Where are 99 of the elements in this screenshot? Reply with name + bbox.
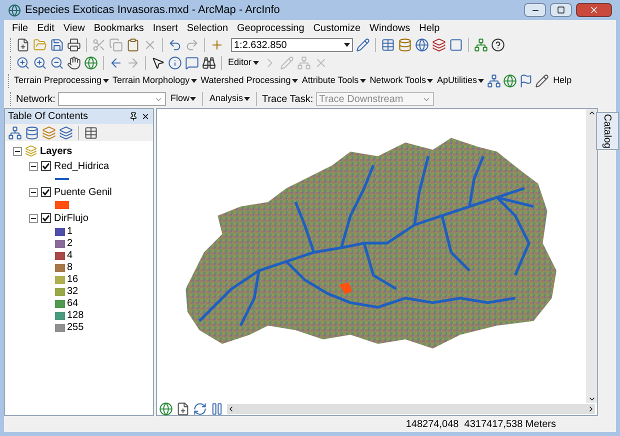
- menu-item[interactable]: Customize: [313, 20, 361, 36]
- pin-icon[interactable]: [129, 112, 138, 121]
- caret-icon: [102, 79, 109, 83]
- class-label: 64: [67, 298, 78, 310]
- catalog-tab[interactable]: Catalog: [596, 112, 618, 150]
- toolbar-menu[interactable]: ApUtilities: [436, 74, 486, 88]
- class-label: 128: [67, 310, 84, 322]
- caret-icon: [190, 79, 197, 83]
- layers-icon: [25, 145, 37, 157]
- menu-item[interactable]: Help: [419, 20, 440, 36]
- class-label: 1: [67, 226, 73, 238]
- menu-item[interactable]: Geoprocessing: [237, 20, 304, 36]
- zoom-in-icon[interactable]: [33, 56, 47, 70]
- layout-view-icon[interactable]: [176, 402, 190, 416]
- layer-checkbox[interactable]: [41, 213, 51, 223]
- collapse-icon[interactable]: [29, 188, 38, 196]
- info-icon[interactable]: [168, 56, 182, 70]
- caret-icon: [427, 79, 434, 83]
- menu-item[interactable]: File: [12, 20, 28, 36]
- class-label: 4: [67, 250, 73, 262]
- caret-icon: [478, 79, 484, 83]
- select-pointer-icon[interactable]: [151, 56, 165, 70]
- add-data-icon[interactable]: [210, 38, 224, 52]
- data-view-icon[interactable]: [159, 402, 173, 416]
- close-button[interactable]: [576, 3, 612, 17]
- maximize-button[interactable]: [550, 3, 572, 17]
- maximize-icon: [557, 6, 565, 14]
- class-label: 8: [67, 262, 73, 274]
- zoom-in-icon[interactable]: [16, 56, 30, 70]
- caret-icon: [292, 79, 298, 83]
- scroll-up-icon[interactable]: [588, 109, 596, 117]
- menu-item[interactable]: Windows: [370, 20, 410, 36]
- find-binoculars-icon[interactable]: [202, 56, 216, 70]
- flow-menu[interactable]: Flow: [169, 92, 198, 106]
- globe-icon[interactable]: [503, 74, 518, 88]
- caret-icon: [252, 61, 259, 65]
- layer-checkbox[interactable]: [41, 161, 51, 171]
- class-label: 32: [67, 286, 78, 298]
- toolbar-menu[interactable]: Terrain Preprocessing: [13, 74, 110, 88]
- new-document-icon[interactable]: [16, 38, 30, 52]
- scroll-down-icon[interactable]: [588, 395, 596, 403]
- globe-icon[interactable]: [84, 56, 98, 70]
- network-icon[interactable]: [487, 74, 502, 88]
- scroll-right-icon[interactable]: [587, 405, 595, 413]
- toolbar-menu[interactable]: Watershed Processing: [200, 74, 299, 88]
- scroll-left-icon[interactable]: [227, 405, 235, 413]
- scale-dropdown[interactable]: 1:2.632.850: [231, 38, 353, 52]
- layer-name[interactable]: Puente Genil: [54, 184, 112, 200]
- save-icon[interactable]: [50, 38, 64, 52]
- layer-name[interactable]: Red_Hidrica: [54, 158, 110, 174]
- table-window-icon[interactable]: [381, 38, 395, 52]
- coordinates-readout: 148274,048 4317417,538 Meters: [406, 418, 556, 432]
- paste-icon[interactable]: [126, 38, 140, 52]
- collapse-icon[interactable]: [29, 214, 38, 222]
- class-label: 16: [67, 274, 78, 286]
- app-globe-icon: [8, 4, 21, 16]
- caret-icon: [190, 97, 196, 101]
- toolbar-menu[interactable]: Attribute Tools: [300, 74, 367, 88]
- class-label: 2: [67, 238, 73, 250]
- globe-icon[interactable]: [415, 38, 429, 52]
- caret-icon: [344, 43, 350, 47]
- trace-task-label: Trace Task:: [262, 92, 314, 106]
- zoom-out-icon[interactable]: [50, 56, 64, 70]
- pencil-icon[interactable]: [535, 74, 550, 88]
- menu-item[interactable]: Bookmarks: [94, 20, 144, 36]
- flag-icon[interactable]: [519, 74, 534, 88]
- print-icon[interactable]: [67, 38, 81, 52]
- horizontal-scrollbar[interactable]: [227, 404, 595, 414]
- layer-name[interactable]: DirFlujo: [54, 210, 88, 226]
- menu-item[interactable]: Edit: [37, 20, 54, 36]
- toolbar-menu[interactable]: Network Tools: [368, 74, 434, 88]
- window-icon[interactable]: [449, 38, 463, 52]
- network-label: Network:: [16, 92, 56, 106]
- toolbar-menu[interactable]: Terrain Morphology: [112, 74, 198, 88]
- layers-icon[interactable]: [432, 38, 446, 52]
- pause-icon[interactable]: [210, 402, 224, 416]
- refresh-icon[interactable]: [193, 402, 207, 416]
- panel-title: Table Of Contents: [8, 110, 90, 124]
- close-icon[interactable]: [141, 112, 150, 121]
- undo-icon[interactable]: [168, 38, 182, 52]
- caret-icon: [360, 79, 366, 83]
- data-frame-label[interactable]: Layers: [40, 144, 72, 158]
- database-icon[interactable]: [398, 38, 412, 52]
- vertical-scrollbar[interactable]: [586, 109, 597, 403]
- class-label: 255: [67, 322, 84, 334]
- pan-icon[interactable]: [67, 56, 81, 70]
- window-title: Especies Exoticas Invasoras.mxd - ArcMap - ArcInfo: [25, 2, 281, 18]
- close-icon: [589, 5, 599, 15]
- layer-checkbox[interactable]: [41, 187, 51, 197]
- menu-item[interactable]: Insert: [152, 20, 178, 36]
- collapse-icon[interactable]: [13, 146, 22, 156]
- menu-item[interactable]: Selection: [186, 20, 228, 36]
- menu-item[interactable]: View: [63, 20, 85, 36]
- analysis-menu[interactable]: Analysis: [208, 92, 251, 106]
- help-menu[interactable]: Help: [551, 74, 574, 88]
- help-icon[interactable]: [491, 38, 505, 52]
- caret-icon: [244, 97, 250, 101]
- editor-menu[interactable]: Editor: [227, 56, 260, 70]
- collapse-icon[interactable]: [29, 162, 38, 170]
